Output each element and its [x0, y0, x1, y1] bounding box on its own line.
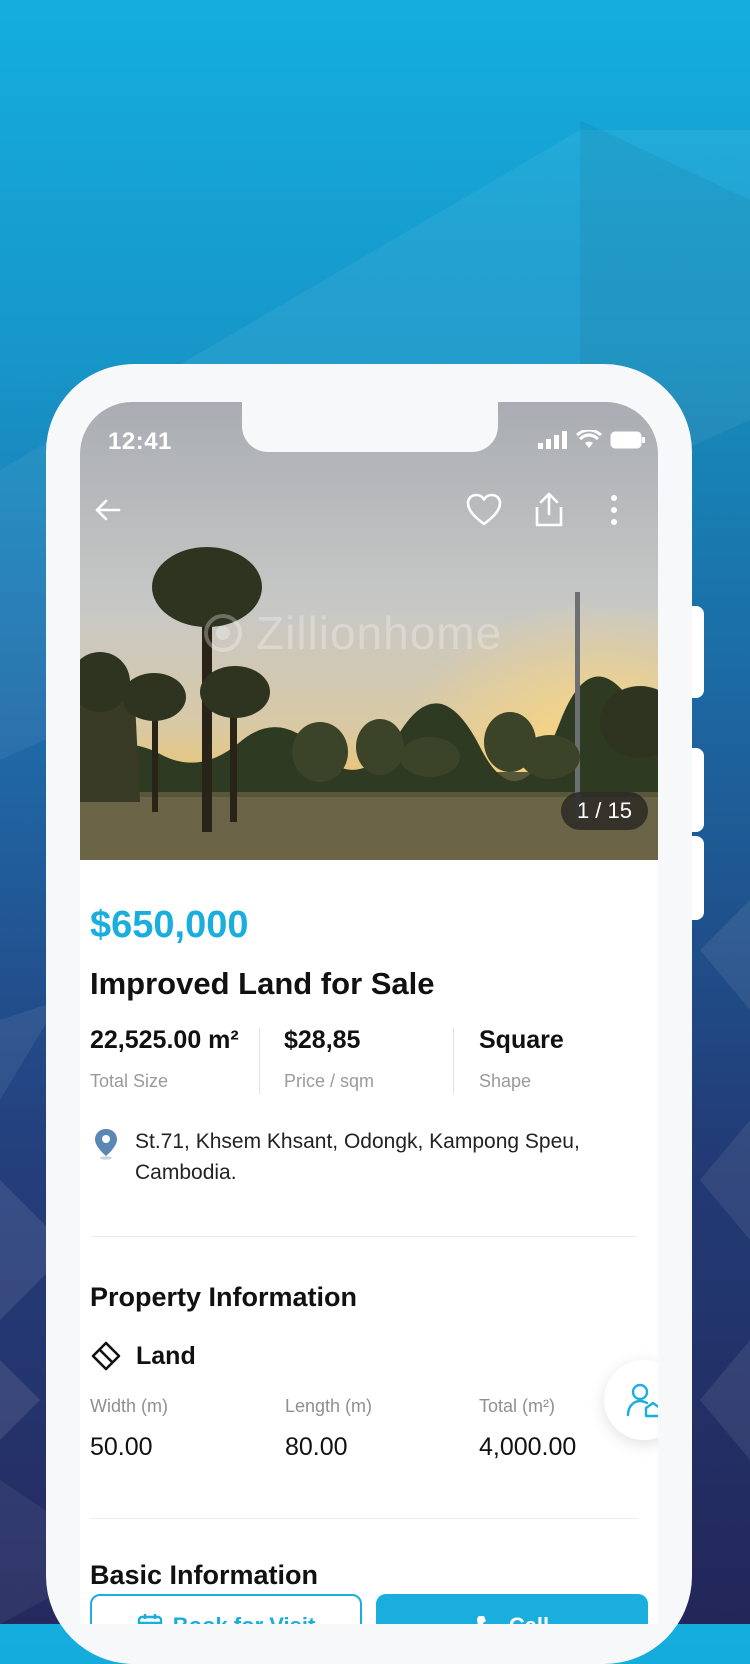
basic-information-heading: Basic Information	[90, 1560, 319, 1590]
status-icons	[538, 430, 646, 450]
stat-value: Square	[479, 1026, 564, 1054]
share-icon	[535, 492, 563, 527]
back-button[interactable]	[88, 490, 128, 530]
phone-side-button	[692, 748, 704, 832]
wifi-icon	[576, 430, 602, 448]
divider	[90, 1518, 638, 1519]
call-label: Call	[509, 1613, 549, 1624]
book-visit-label: Book for Visit	[173, 1613, 316, 1624]
property-type-row: Land	[90, 1340, 196, 1372]
dimension-value: 50.00	[90, 1433, 153, 1461]
share-button[interactable]	[529, 490, 569, 530]
back-arrow-icon	[95, 499, 121, 521]
phone-side-button	[692, 836, 704, 920]
book-visit-button[interactable]: Book for Visit	[90, 1594, 362, 1624]
watermark: Zillionhome	[202, 606, 502, 660]
stat-label: Total Size	[90, 1071, 169, 1091]
favorite-button[interactable]	[464, 490, 504, 530]
property-type-label: Land	[136, 1341, 196, 1370]
stat-divider	[453, 1028, 454, 1094]
more-vertical-icon	[611, 495, 617, 525]
dimension-width: Width (m) 50.00	[90, 1396, 168, 1462]
watermark-logo-icon	[204, 614, 242, 652]
phone-side-button	[692, 606, 704, 698]
agent-icon	[626, 1383, 658, 1418]
battery-icon	[610, 431, 645, 449]
dimension-value: 80.00	[285, 1433, 348, 1461]
stat-value: 22,525.00 m²	[90, 1026, 239, 1054]
more-options-button[interactable]	[594, 490, 634, 530]
dimension-value: 4,000.00	[479, 1433, 577, 1461]
listing-price: $650,000	[90, 904, 249, 946]
heart-icon	[466, 493, 502, 526]
phone-icon	[476, 1616, 486, 1624]
phone-notch	[242, 402, 498, 452]
call-button[interactable]: Call	[376, 1594, 648, 1624]
signal-icon	[538, 431, 567, 449]
dimension-label: Total (m²)	[479, 1396, 555, 1416]
status-time: 12:41	[108, 428, 172, 455]
stat-value: $28,85	[284, 1026, 361, 1054]
stat-divider	[259, 1028, 260, 1094]
stat-price-per-sqm: $28,85 Price / sqm	[284, 1026, 374, 1092]
property-information-heading: Property Information	[90, 1282, 358, 1312]
listing-address[interactable]: St.71, Khsem Khsant, Odongk, Kampong Spe…	[135, 1126, 625, 1188]
dimension-length: Length (m) 80.00	[285, 1396, 372, 1462]
app-screen: 12:41 Zillionhome 1 / 15 $650,000 Improv…	[80, 402, 658, 1624]
watermark-text: Zillionhome	[256, 607, 503, 659]
land-icon	[91, 1341, 121, 1371]
calendar-icon	[137, 1614, 162, 1624]
stat-shape: Square Shape	[479, 1026, 564, 1092]
property-photo-gallery[interactable]: 12:41 Zillionhome 1 / 15	[80, 402, 658, 860]
location-pin-icon	[95, 1129, 117, 1160]
stat-label: Price / sqm	[284, 1071, 375, 1091]
listing-title: Improved Land for Sale	[90, 966, 435, 1001]
stat-total-size: 22,525.00 m² Total Size	[90, 1026, 239, 1092]
stat-label: Shape	[479, 1071, 532, 1091]
dimension-label: Length (m)	[285, 1396, 373, 1416]
photo-counter: 1 / 15	[560, 792, 648, 830]
divider	[90, 1236, 638, 1237]
dimension-label: Width (m)	[90, 1396, 168, 1416]
contact-agent-button[interactable]	[604, 1360, 658, 1440]
dimension-total: Total (m²) 4,000.00	[479, 1396, 576, 1462]
